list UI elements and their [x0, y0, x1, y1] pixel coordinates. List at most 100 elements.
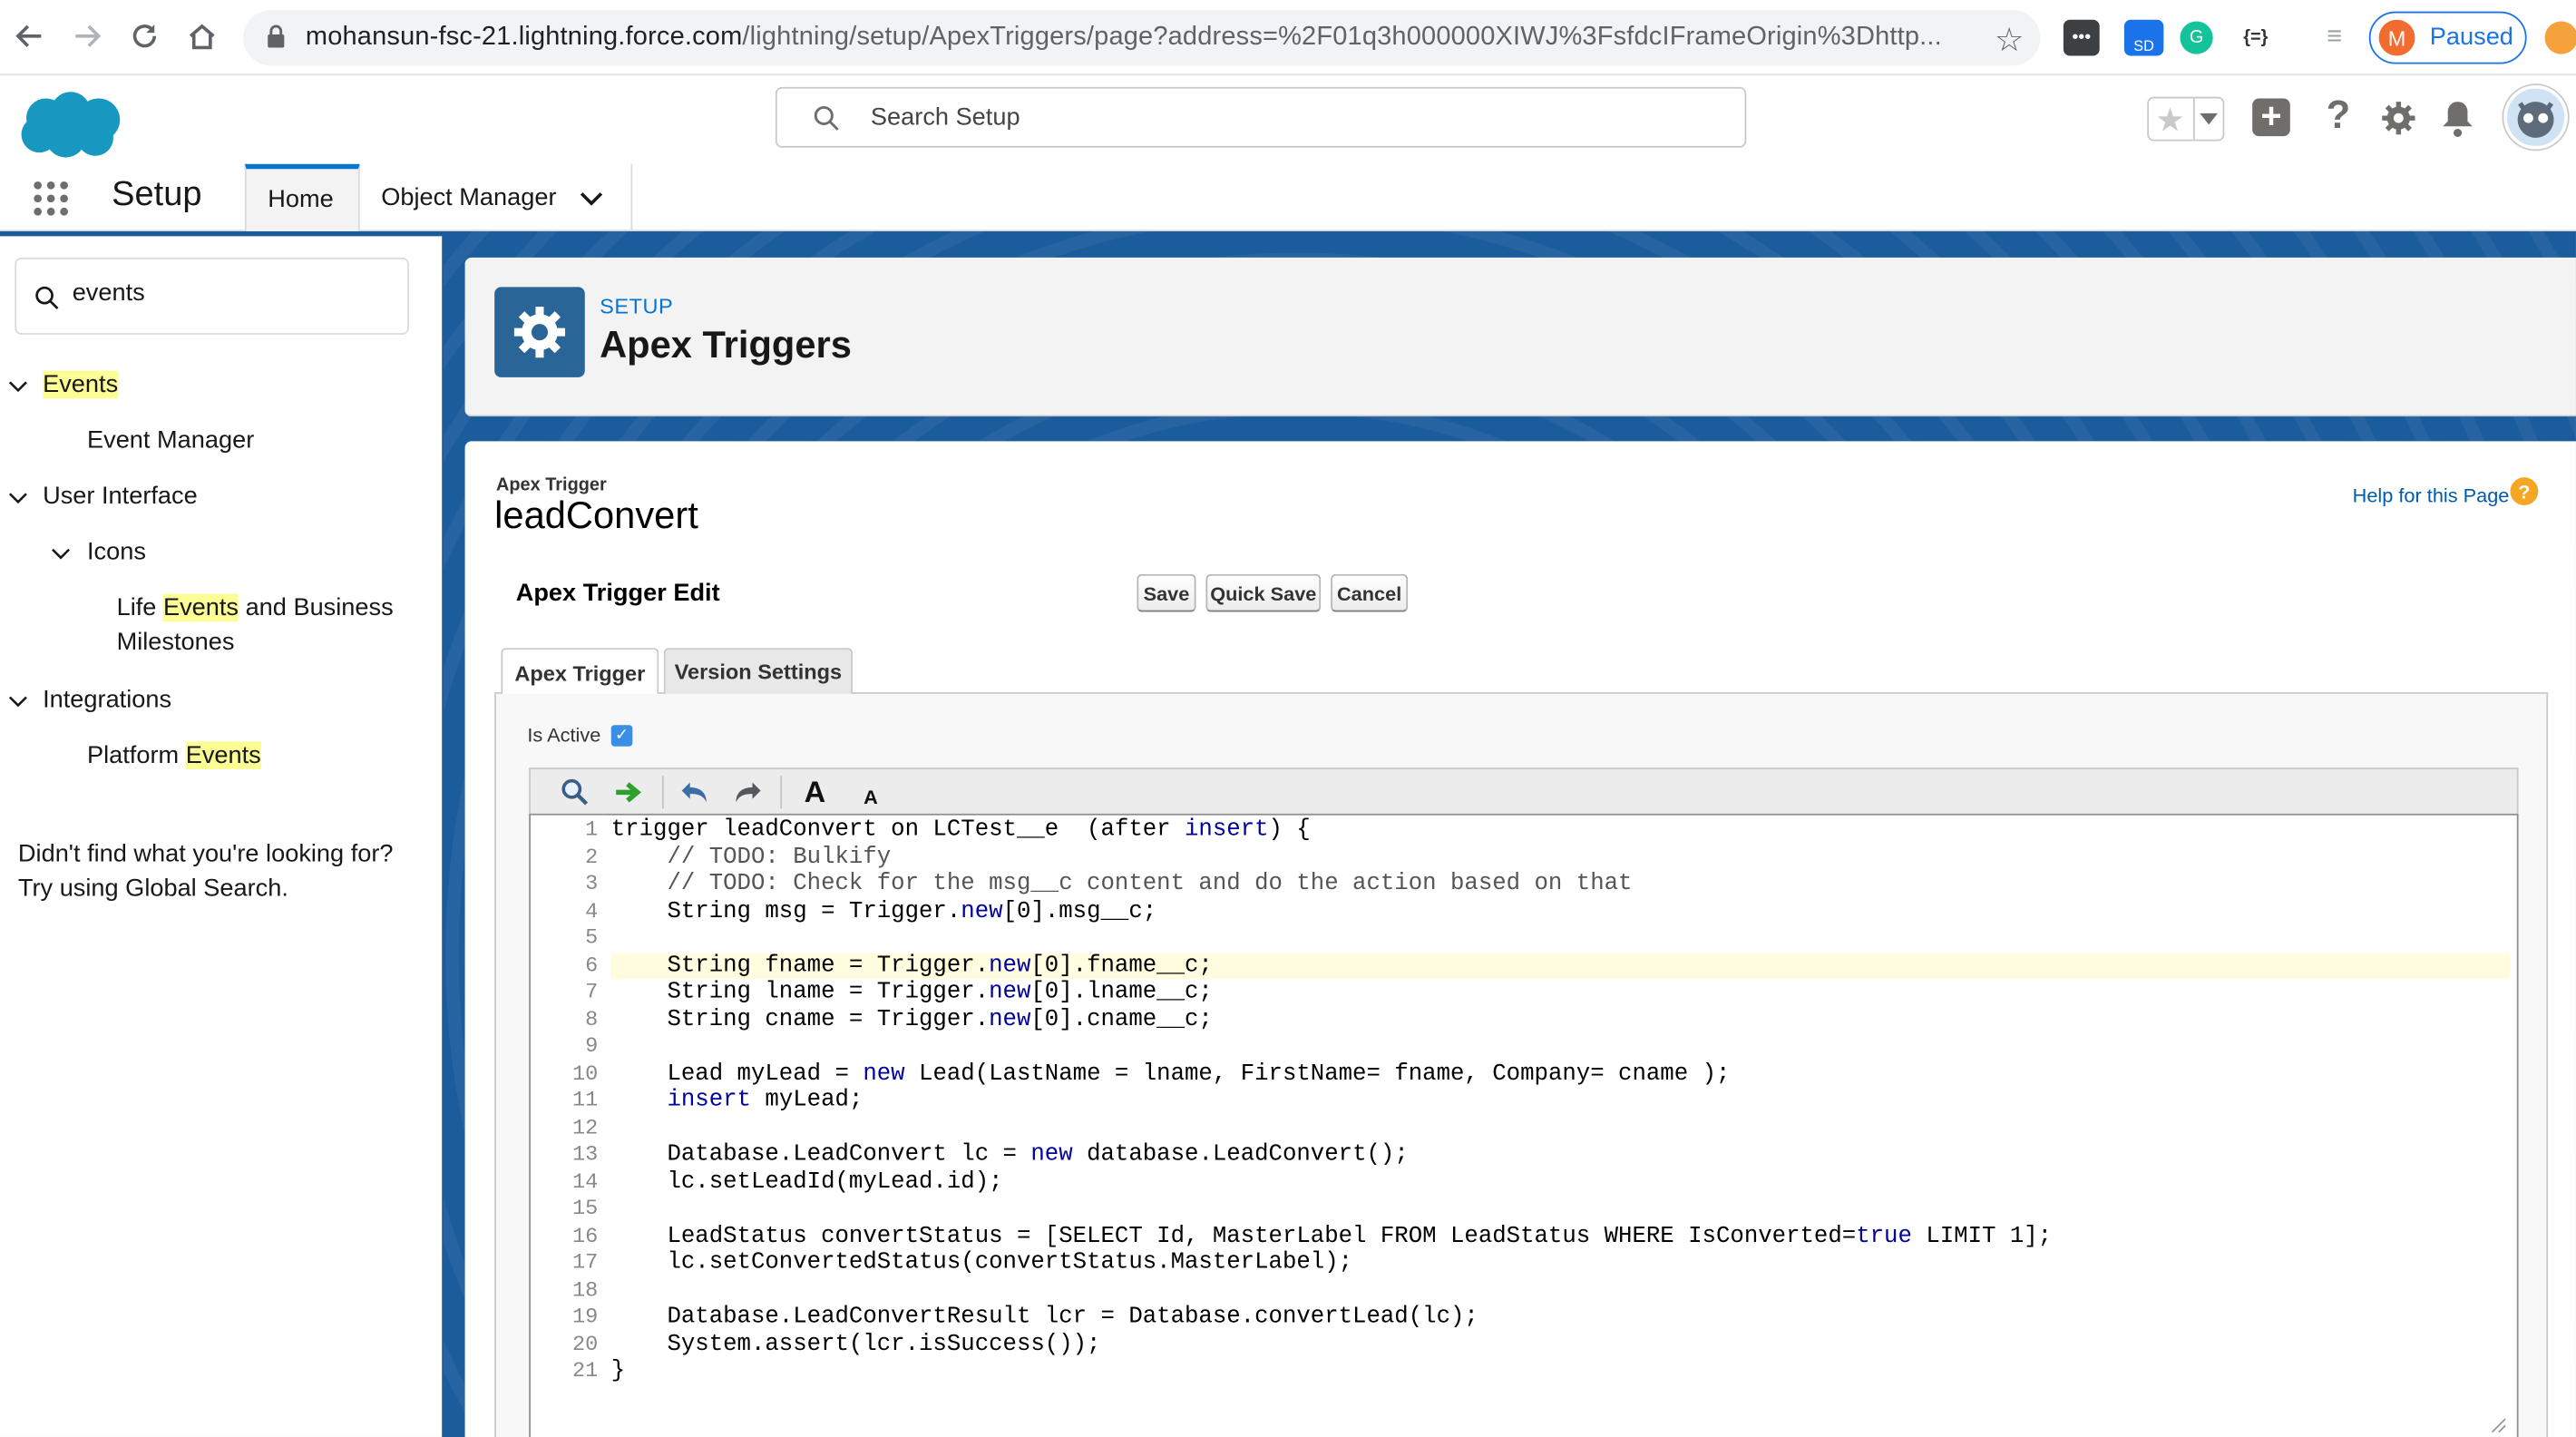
tab-home-label: Home: [268, 185, 334, 214]
lock-icon: [268, 24, 285, 48]
favorites-dropdown-icon[interactable]: [2200, 112, 2219, 126]
line-number: 13: [572, 1141, 599, 1167]
favorites-button[interactable]: ★: [2147, 96, 2225, 142]
code-line[interactable]: // TODO: Check for the msg__c content an…: [611, 871, 1633, 898]
record-type-label: Apex Trigger: [495, 475, 607, 496]
quick-find-input[interactable]: [72, 279, 385, 308]
resize-handle-icon[interactable]: [2491, 1417, 2507, 1433]
code-line[interactable]: lc.setLeadId(myLead.id);: [611, 1168, 1002, 1196]
chevron-down-icon[interactable]: [8, 377, 28, 397]
code-line[interactable]: System.assert(lcr.isSuccess());: [611, 1331, 1100, 1358]
global-search-hint[interactable]: Try using Global Search.: [18, 875, 288, 903]
font-size-decrease-icon[interactable]: A: [853, 779, 889, 816]
sidebar-item-events[interactable]: Events: [43, 367, 119, 402]
code-line[interactable]: insert myLead;: [611, 1088, 863, 1115]
home-icon[interactable]: [184, 18, 220, 54]
redo-icon[interactable]: [729, 774, 766, 810]
setup-navigation-bar: Setup Home Object Manager: [0, 163, 2576, 231]
sidebar-item-platform-events[interactable]: Platform Events: [87, 738, 261, 773]
sidebar-item-label-suffix: and Business: [239, 593, 394, 622]
code-line[interactable]: String lname = Trigger.new[0].lname__c;: [611, 979, 1212, 1006]
salesforce-logo-icon[interactable]: [16, 89, 125, 161]
reload-icon[interactable]: [126, 18, 162, 54]
help-for-this-page-link[interactable]: Help for this Page: [2353, 484, 2510, 506]
help-question-icon[interactable]: ?: [2510, 477, 2539, 505]
code-line[interactable]: lc.setConvertedStatus(convertStatus.Mast…: [611, 1250, 1352, 1277]
section-title: Apex Trigger Edit: [515, 579, 720, 608]
global-header: Search Setup ★ + ?: [0, 76, 2576, 164]
extension-orange-icon[interactable]: [2544, 21, 2576, 54]
help-icon[interactable]: ?: [2327, 93, 2351, 140]
chevron-down-icon[interactable]: [8, 692, 28, 712]
sidebar-item-label: User Interface: [43, 482, 198, 511]
quick-find-search-icon: [35, 286, 59, 310]
tab-apex-trigger-label: Apex Trigger: [514, 660, 646, 685]
is-active-checkbox[interactable]: ✓: [610, 725, 633, 747]
extension-dots-icon[interactable]: •••: [2063, 19, 2100, 56]
font-size-increase-icon[interactable]: A: [796, 774, 833, 810]
line-number-gutter: 1 2 3 4 5 6 7 8 9 10 11 12 13 14 15 16 17 18 19 20 21: [531, 815, 607, 1437]
user-avatar[interactable]: [2503, 85, 2568, 150]
global-actions-plus-icon[interactable]: +: [2252, 98, 2290, 137]
go-to-line-arrow-icon[interactable]: [611, 774, 648, 810]
code-line[interactable]: LeadStatus convertStatus = [SELECT Id, M…: [611, 1223, 2052, 1250]
tab-version-settings[interactable]: Version Settings: [663, 648, 854, 694]
line-number: 17: [572, 1249, 599, 1275]
chevron-down-icon[interactable]: [8, 489, 28, 509]
undo-icon[interactable]: [677, 774, 713, 810]
code-line[interactable]: String fname = Trigger.new[0].fname__c;: [611, 953, 1212, 980]
code-line[interactable]: String msg = Trigger.new[0].msg__c;: [611, 898, 1156, 925]
chevron-down-icon[interactable]: [51, 544, 71, 564]
sidebar-item-label-prefix: Platform: [86, 741, 186, 770]
chevron-down-icon[interactable]: [579, 185, 605, 211]
code-line[interactable]: trigger leadConvert on LCTest__e (after …: [611, 816, 1311, 844]
sidebar-item-icons[interactable]: Icons: [87, 534, 146, 569]
save-button[interactable]: Save: [1137, 573, 1196, 612]
code-line[interactable]: }: [611, 1358, 625, 1385]
notifications-bell-icon[interactable]: [2440, 98, 2476, 137]
json-formatter-icon[interactable]: {=}: [2238, 20, 2274, 56]
grammarly-icon[interactable]: G: [2180, 21, 2213, 54]
code-line[interactable]: Lead myLead = new Lead(LastName = lname,…: [611, 1061, 1730, 1088]
code-line[interactable]: String cname = Trigger.new[0].cname__c;: [611, 1006, 1212, 1033]
search-setup-input[interactable]: Search Setup: [775, 86, 1747, 148]
profile-avatar: M: [2378, 19, 2415, 56]
extension-sd-label: SD: [2133, 37, 2154, 54]
extension-sd-icon[interactable]: SD: [2123, 19, 2164, 56]
extension-json-label: {=}: [2243, 27, 2269, 48]
apex-trigger-edit-page: Apex Trigger leadConvert Help for this P…: [464, 441, 2576, 1437]
sidebar-item-label-highlight: Events: [162, 593, 239, 622]
line-number: 15: [572, 1196, 599, 1221]
cancel-button[interactable]: Cancel: [1331, 573, 1409, 612]
tab-apex-trigger[interactable]: Apex Trigger: [501, 648, 659, 696]
sidebar-item-label: Event Manager: [86, 426, 255, 455]
app-name: Setup: [112, 175, 202, 214]
profile-paused-button[interactable]: M Paused: [2368, 11, 2527, 64]
quick-find-box[interactable]: [15, 257, 409, 335]
code-line[interactable]: Database.LeadConvert lc = new database.L…: [611, 1142, 1408, 1169]
tab-object-manager[interactable]: Object Manager: [360, 163, 633, 231]
browser-toolbar: mohansun-fsc-21.lightning.force.com/ligh…: [0, 0, 2576, 76]
reading-list-icon[interactable]: ≡: [2317, 20, 2353, 56]
address-bar[interactable]: mohansun-fsc-21.lightning.force.com/ligh…: [243, 9, 2041, 66]
record-name: leadConvert: [494, 494, 698, 537]
setup-gear-icon[interactable]: [2380, 100, 2416, 136]
code-editor[interactable]: 1 2 3 4 5 6 7 8 9 10 11 12 13 14 15 16 17 18 19 20 21 trigge…: [529, 813, 2519, 1437]
tab-home[interactable]: Home: [244, 163, 360, 231]
url-path: /lightning/setup/ApexTriggers/page?addre…: [742, 23, 1942, 52]
search-icon[interactable]: [557, 774, 593, 810]
app-launcher-icon[interactable]: [33, 181, 69, 217]
sidebar-item-event-manager[interactable]: Event Manager: [87, 424, 254, 458]
code-line[interactable]: // TODO: Bulkify: [611, 844, 891, 871]
sidebar-item-user-interface[interactable]: User Interface: [43, 479, 198, 513]
sidebar-item-life-events[interactable]: Life Events and Business Milestones: [117, 591, 394, 660]
back-icon[interactable]: [12, 18, 48, 54]
bookmark-star-icon[interactable]: ☆: [1995, 20, 2024, 61]
sidebar-item-integrations[interactable]: Integrations: [43, 682, 171, 717]
line-number: 3: [585, 871, 599, 896]
editor-toolbar: A A: [529, 767, 2519, 816]
quick-save-button[interactable]: Quick Save: [1205, 573, 1322, 612]
url-host: mohansun-fsc-21.lightning.force.com: [305, 23, 743, 52]
code-line[interactable]: Database.LeadConvertResult lcr = Databas…: [611, 1305, 1478, 1332]
forward-icon[interactable]: [69, 18, 105, 54]
